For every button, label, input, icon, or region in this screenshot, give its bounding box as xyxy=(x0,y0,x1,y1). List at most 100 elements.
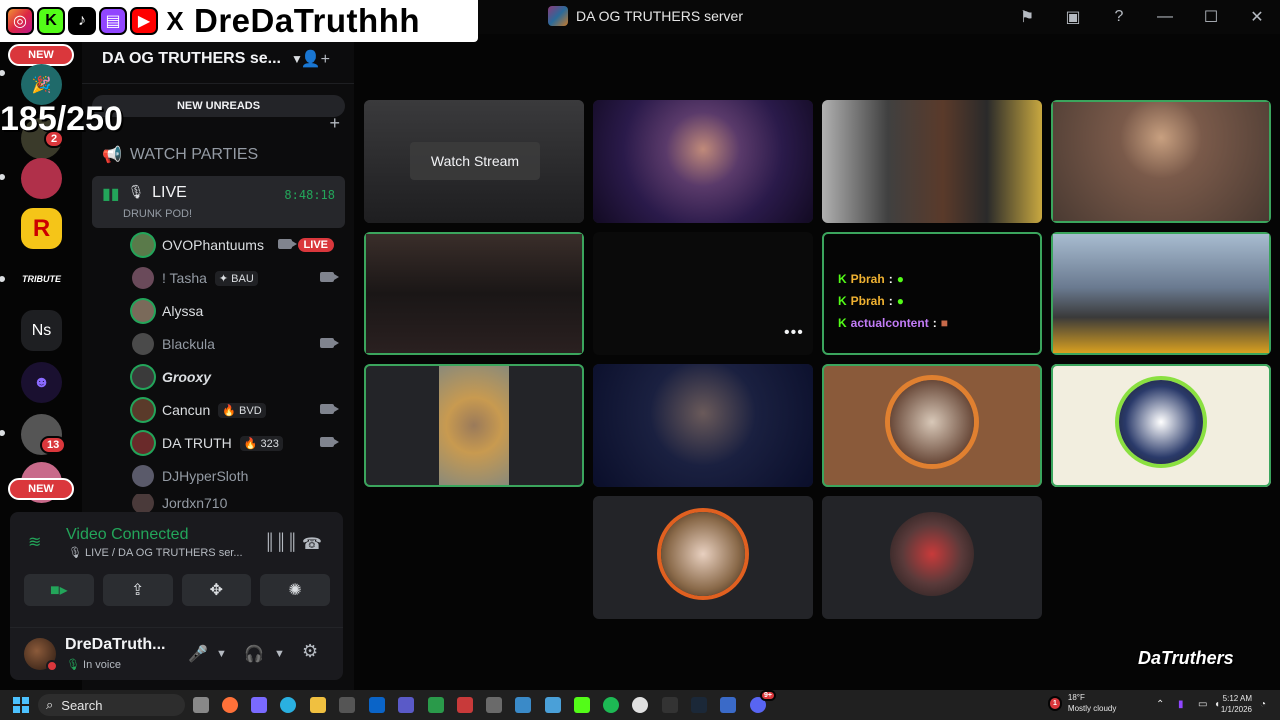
activities-button[interactable]: ✥ xyxy=(181,574,252,606)
chrome-icon[interactable] xyxy=(632,697,648,713)
copilot-icon[interactable] xyxy=(251,697,267,713)
store-icon[interactable] xyxy=(339,697,355,713)
video-tile-12[interactable] xyxy=(1051,364,1271,487)
channel-live-name: LIVE xyxy=(152,184,187,201)
signal-icon[interactable]: ≋ xyxy=(28,532,52,556)
tray-expand-icon[interactable]: ⌃ xyxy=(1156,699,1164,710)
microphone-icon[interactable]: 🎤 xyxy=(188,644,208,664)
video-tile-14[interactable] xyxy=(822,496,1042,619)
photos-icon[interactable] xyxy=(545,697,561,713)
notification-bell-icon[interactable]: ◔ xyxy=(1260,699,1266,710)
maximize-icon[interactable]: ☐ xyxy=(1188,0,1234,34)
app-icon-monitor[interactable] xyxy=(720,697,736,713)
twitch-icon: ▤ xyxy=(99,7,127,35)
voice-member-djhypersloth[interactable]: DJHyperSloth xyxy=(132,461,344,491)
voice-connection-panel: ≋ Video Connected 🎙 LIVE / DA OG TRUTHER… xyxy=(10,512,343,680)
outlook-icon[interactable] xyxy=(369,697,385,713)
chevron-down-icon[interactable]: ▼ xyxy=(216,648,227,660)
kick-app-icon[interactable] xyxy=(574,697,590,713)
firefox-icon[interactable] xyxy=(222,697,238,713)
video-tile-11[interactable] xyxy=(822,364,1042,487)
video-tile-3[interactable] xyxy=(822,100,1042,223)
video-tile-9[interactable] xyxy=(364,364,584,487)
channel-watch-parties[interactable]: 📢 WATCH PARTIES xyxy=(92,142,345,168)
youtube-icon: ▶ xyxy=(130,7,158,35)
volume-icon[interactable]: ◖ xyxy=(1214,699,1220,710)
voice-member-jordxn710[interactable]: Jordxn710 xyxy=(132,494,344,512)
weather-widget[interactable]: 1 18°F Mostly cloudy xyxy=(1048,692,1116,714)
voice-member-da-truth[interactable]: DA TRUTH 🔥 323 xyxy=(132,428,344,458)
headphones-icon[interactable]: 🎧 xyxy=(244,644,264,664)
new-indicator-bottom[interactable]: NEW xyxy=(8,478,74,500)
new-indicator-top[interactable]: NEW xyxy=(8,44,74,66)
voice-member-blackula[interactable]: Blackula xyxy=(132,329,344,359)
video-tile-stream[interactable]: Watch Stream xyxy=(364,100,584,223)
status-indicator xyxy=(46,660,58,672)
avatar xyxy=(1119,380,1203,464)
taskbar-clock[interactable]: 5:12 AM 1/1/2026 xyxy=(1221,693,1252,715)
channel-live[interactable]: ▮▮ 🎙 LIVE 8:48:18 DRUNK POD! xyxy=(92,176,345,228)
megaphone-icon: 📢 xyxy=(102,147,122,164)
voice-status[interactable]: Video Connected xyxy=(66,526,188,544)
video-tile-empty[interactable] xyxy=(593,232,813,355)
gear-icon[interactable]: ⚙ xyxy=(302,641,318,662)
disconnect-icon[interactable]: ☎ xyxy=(302,534,322,554)
windows-start-icon[interactable] xyxy=(13,697,29,713)
voice-member-cancun[interactable]: Cancun 🔥 BVD xyxy=(132,395,344,425)
edge-icon[interactable] xyxy=(280,697,296,713)
help-icon[interactable]: ? xyxy=(1096,0,1142,34)
flag-icon[interactable]: ⚑ xyxy=(1004,0,1050,34)
user-name[interactable]: DreDaTruth... xyxy=(65,636,165,654)
tribute-server-icon[interactable]: TRIBUTE xyxy=(21,258,62,299)
server-icon-party[interactable]: 🎉 xyxy=(21,64,62,105)
minimize-icon[interactable]: — xyxy=(1142,0,1188,34)
network-icon[interactable]: ▭ xyxy=(1198,699,1207,710)
task-view-icon[interactable] xyxy=(193,697,209,713)
teams-icon[interactable] xyxy=(398,697,414,713)
video-tile-8[interactable] xyxy=(1051,232,1271,355)
taskbar-search[interactable]: ⌕ Search xyxy=(38,694,185,716)
close-icon[interactable]: ✕ xyxy=(1234,0,1280,34)
inbox-icon[interactable]: ▣ xyxy=(1050,0,1096,34)
app-icon-blue[interactable] xyxy=(515,697,531,713)
twitch-tray-icon[interactable]: ▮ xyxy=(1178,699,1184,710)
streamer-overlay-banner: ◎ K ♪ ▤ ▶ X DreDaTruthhh xyxy=(0,0,478,42)
invite-people-icon[interactable]: 👤+ xyxy=(301,49,330,69)
new-unreads-pill[interactable]: NEW UNREADS xyxy=(92,95,345,117)
rockstar-server-icon[interactable]: R xyxy=(21,208,62,249)
soundboard-button[interactable]: ✺ xyxy=(260,574,330,606)
app-icon-dark[interactable] xyxy=(662,697,678,713)
app-icon-green[interactable] xyxy=(428,697,444,713)
kick-icon: K xyxy=(37,7,65,35)
more-options-icon[interactable]: ••• xyxy=(784,324,804,342)
video-tile-2[interactable] xyxy=(593,100,813,223)
voice-location[interactable]: 🎙 LIVE / DA OG TRUTHERS ser... xyxy=(68,546,243,559)
camera-button[interactable]: ■▸ xyxy=(24,574,94,606)
spotify-icon[interactable] xyxy=(603,697,619,713)
screen-share-button[interactable]: ⇪ xyxy=(102,574,173,606)
voice-member-tasha[interactable]: ! Tasha ✦ BAU xyxy=(132,263,344,293)
video-tile-13[interactable] xyxy=(593,496,813,619)
file-explorer-icon[interactable] xyxy=(310,697,326,713)
chevron-down-icon[interactable]: ▼ xyxy=(274,648,285,660)
avatar xyxy=(132,432,154,454)
server-icon-3[interactable] xyxy=(21,158,62,199)
app-icon-red[interactable] xyxy=(457,697,473,713)
chat-message: K Pbrah: ● xyxy=(838,294,904,308)
watch-stream-button[interactable]: Watch Stream xyxy=(410,142,540,180)
voice-member-alyssa[interactable]: Alyssa xyxy=(132,296,344,326)
create-channel-icon[interactable]: + xyxy=(329,113,340,134)
voice-member-grooxy[interactable]: Grooxy xyxy=(132,362,344,392)
video-tile-4[interactable] xyxy=(1051,100,1271,223)
video-tile-5[interactable] xyxy=(364,232,584,355)
voice-member-ovophantuums[interactable]: OVOPhantuums LIVE xyxy=(132,230,344,260)
avatar xyxy=(661,512,745,596)
noise-suppression-icon[interactable]: ║║║ xyxy=(264,534,298,552)
app-icon-grey[interactable] xyxy=(486,697,502,713)
steam-icon[interactable] xyxy=(691,697,707,713)
video-tile-10[interactable] xyxy=(593,364,813,487)
server-icon-face[interactable]: ☻ xyxy=(21,362,62,403)
chat-message: Kactualcontent: ■ xyxy=(838,316,948,330)
ns-server-icon[interactable]: Ns xyxy=(21,310,62,351)
video-tile-chat[interactable]: K Pbrah: ● K Pbrah: ● Kactualcontent: ■ xyxy=(822,232,1042,355)
